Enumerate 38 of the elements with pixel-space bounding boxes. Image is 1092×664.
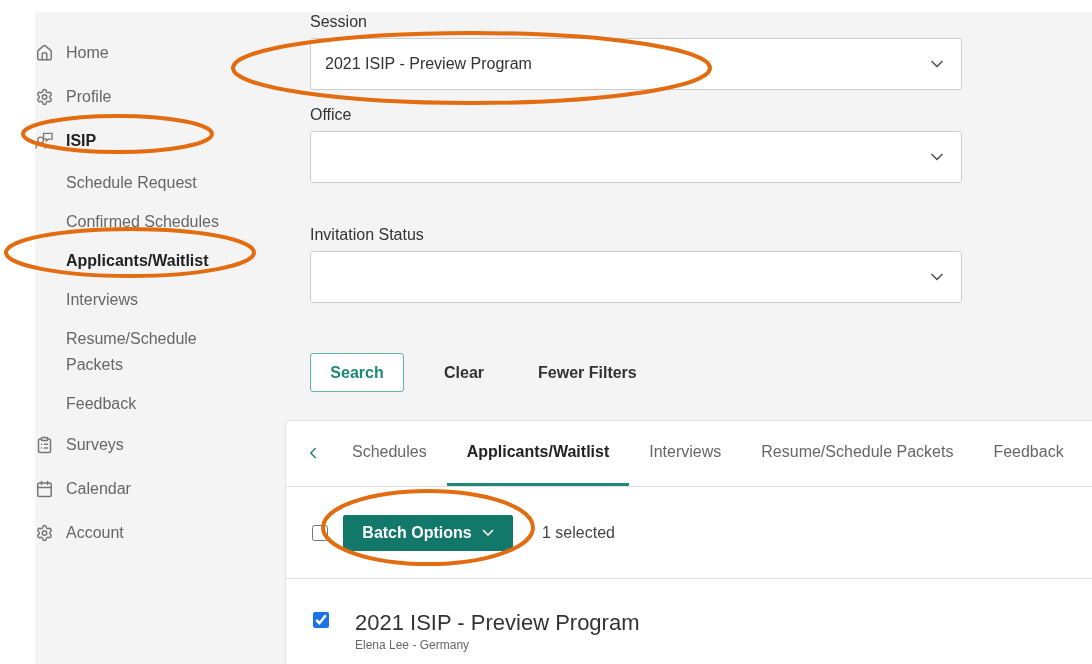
result-title: 2021 ISIP - Preview Program (355, 609, 640, 637)
sidebar-subitem[interactable]: Feedback (66, 384, 235, 423)
calendar-icon (35, 480, 54, 498)
gear-icon (35, 524, 54, 542)
field-label: Session (310, 12, 368, 32)
person-chat-icon (35, 131, 54, 151)
tab[interactable]: Resume/Schedule Packets (741, 420, 974, 486)
sidebar-subitem[interactable]: Confirmed Schedules (66, 202, 235, 241)
sidebar-item[interactable]: Account (66, 521, 124, 545)
fewer-filters-button[interactable]: Fewer Filters (538, 360, 637, 385)
sidebar-item[interactable]: Surveys (66, 433, 124, 457)
sidebar-subitem[interactable]: Resume/Schedule Packets (66, 319, 235, 384)
sidebar-subitem[interactable]: Schedule Request (66, 163, 235, 202)
gear-icon (35, 88, 54, 106)
tab[interactable]: Schedules (332, 420, 447, 486)
tab[interactable]: Feedback (973, 420, 1084, 486)
selected-count: 1 selected (542, 522, 615, 543)
search-button[interactable]: Search (310, 353, 404, 392)
row-checkbox[interactable] (313, 612, 329, 628)
select-field[interactable] (310, 251, 962, 303)
result-subtitle: Elena Lee - Germany (355, 638, 471, 652)
field-label: Invitation Status (310, 225, 425, 245)
sidebar-item[interactable]: Home (66, 41, 109, 65)
tab[interactable]: Applicants/Waitlist (446, 420, 630, 486)
clear-button[interactable]: Clear (444, 360, 485, 385)
clipboard-icon (35, 436, 54, 454)
sidebar-item[interactable]: Profile (66, 85, 112, 109)
batch-options-button[interactable]: Batch Options (343, 514, 513, 551)
home-icon (35, 44, 54, 62)
tab[interactable]: Interviews (629, 420, 742, 486)
select-all-checkbox[interactable] (312, 524, 328, 541)
sidebar-item[interactable]: Calendar (66, 477, 131, 501)
sidebar-item[interactable]: ISIP (66, 129, 97, 153)
field-label: Office (310, 105, 353, 125)
select-field[interactable]: 2021 ISIP - Preview Program (310, 38, 962, 90)
chevron-down-icon (481, 529, 494, 536)
sidebar-subitem[interactable]: Interviews (66, 280, 235, 319)
select-field[interactable] (310, 131, 962, 183)
